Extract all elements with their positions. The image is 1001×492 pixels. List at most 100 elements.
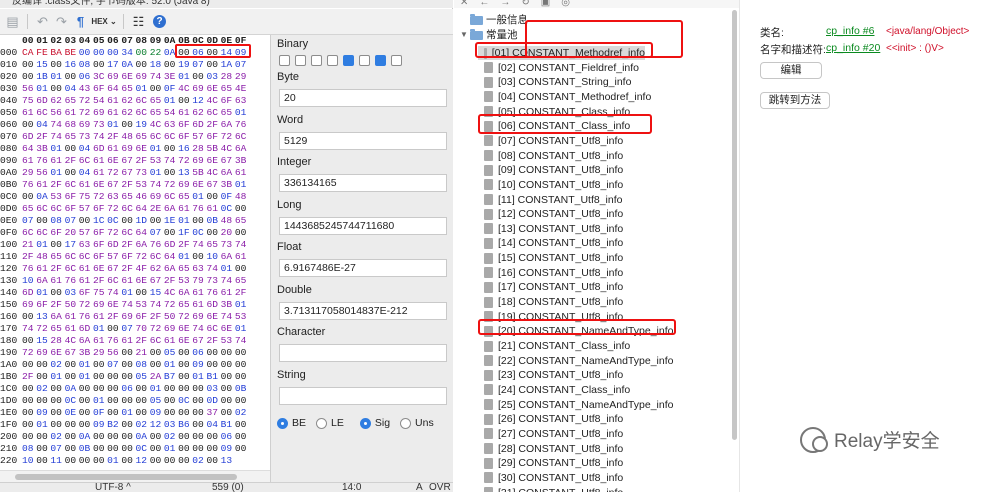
- hex-byte[interactable]: 61: [79, 263, 93, 275]
- hex-byte[interactable]: 01: [164, 95, 178, 107]
- hex-byte[interactable]: 6E: [178, 335, 192, 347]
- hex-byte[interactable]: 00: [107, 443, 121, 455]
- hex-byte[interactable]: 00: [107, 431, 121, 443]
- hex-byte[interactable]: 19: [178, 59, 192, 71]
- hex-byte[interactable]: 01: [221, 263, 235, 275]
- hex-byte[interactable]: 05: [164, 347, 178, 359]
- constant-pool-item[interactable]: [09] CONSTANT_Utf8_info: [484, 163, 623, 177]
- hex-byte[interactable]: 03: [164, 419, 178, 431]
- hex-byte[interactable]: 00: [192, 395, 206, 407]
- hex-byte[interactable]: 00: [150, 215, 164, 227]
- hex-byte[interactable]: 01: [164, 443, 178, 455]
- hex-byte[interactable]: 01: [178, 215, 192, 227]
- hex-byte[interactable]: 74: [150, 299, 164, 311]
- hex-byte[interactable]: 6D: [206, 299, 220, 311]
- hex-byte[interactable]: 00: [164, 395, 178, 407]
- hex-row[interactable]: 0F0 6C 6C 6F 20 57 6F 72 6C 64 07 00 1F 0C 00 20 00: [0, 227, 270, 239]
- hex-byte[interactable]: 00: [192, 443, 206, 455]
- hex-byte[interactable]: 6C: [235, 131, 249, 143]
- chevron-down-icon[interactable]: ▼: [460, 28, 470, 42]
- hex-row[interactable]: 050 61 6C 56 61 72 69 61 62 6C 65 54 61 62 6C 65 01: [0, 107, 270, 119]
- goto-method-button[interactable]: 跳转到方法: [760, 92, 830, 109]
- save-icon[interactable]: ▣: [541, 0, 550, 8]
- hex-byte[interactable]: 00: [192, 383, 206, 395]
- hex-byte[interactable]: 07: [50, 443, 64, 455]
- hex-byte[interactable]: 2F: [121, 239, 135, 251]
- hex-byte[interactable]: 72: [79, 107, 93, 119]
- constant-pool-item[interactable]: [21] CONSTANT_Class_info: [484, 339, 630, 353]
- hex-byte[interactable]: 0C: [65, 395, 79, 407]
- hex-byte[interactable]: 00: [50, 419, 64, 431]
- hex-row[interactable]: 090 61 76 61 2F 6C 61 6E 67 2F 53 74 72 69 6E 67 3B: [0, 155, 270, 167]
- bit-checkbox[interactable]: [343, 55, 354, 66]
- hex-byte[interactable]: 65: [50, 251, 64, 263]
- hex-byte[interactable]: 67: [221, 155, 235, 167]
- hex-byte[interactable]: 2F: [136, 155, 150, 167]
- hex-byte[interactable]: 01: [93, 323, 107, 335]
- hex-byte[interactable]: 2F: [178, 239, 192, 251]
- hex-byte[interactable]: 69: [192, 155, 206, 167]
- hex-byte[interactable]: 63: [164, 119, 178, 131]
- hex-row[interactable]: 210 08 00 07 00 0B 00 00 00 0C 00 01 00 00 00 09 00: [0, 443, 270, 455]
- uns-radio[interactable]: [400, 417, 412, 429]
- hex-row[interactable]: 020 00 1B 01 00 06 3C 69 6E 69 74 3E 01 00 03 28 29: [0, 71, 270, 83]
- double-field[interactable]: 3.713117058014837E-212: [279, 302, 447, 320]
- hex-byte[interactable]: 00: [121, 419, 135, 431]
- hex-byte[interactable]: 64: [107, 83, 121, 95]
- hex-byte[interactable]: 6A: [50, 311, 64, 323]
- hex-byte[interactable]: 00: [65, 455, 79, 467]
- hex-byte[interactable]: 74: [164, 155, 178, 167]
- hex-byte[interactable]: 00: [150, 431, 164, 443]
- hex-byte[interactable]: 74: [150, 179, 164, 191]
- hex-byte[interactable]: 00: [164, 455, 178, 467]
- hex-byte[interactable]: 12: [136, 455, 150, 467]
- hex-byte[interactable]: 01: [235, 107, 249, 119]
- tree-scrollbar[interactable]: [732, 10, 737, 440]
- hex-byte[interactable]: 6C: [65, 263, 79, 275]
- hex-byte[interactable]: 61: [235, 251, 249, 263]
- hex-byte[interactable]: 01: [93, 395, 107, 407]
- hex-byte[interactable]: 00: [178, 455, 192, 467]
- constant-pool-item[interactable]: [27] CONSTANT_Utf8_info: [484, 427, 623, 441]
- hex-byte[interactable]: 00: [22, 335, 36, 347]
- hex-byte[interactable]: 6D: [22, 131, 36, 143]
- hex-byte[interactable]: 67: [150, 275, 164, 287]
- hex-byte[interactable]: 6C: [121, 203, 135, 215]
- hex-byte[interactable]: 00: [221, 395, 235, 407]
- hex-byte[interactable]: 00: [121, 455, 135, 467]
- hex-byte[interactable]: 72: [150, 323, 164, 335]
- hex-byte[interactable]: 00: [107, 395, 121, 407]
- hex-byte[interactable]: 0C: [136, 443, 150, 455]
- hex-byte[interactable]: 69: [178, 179, 192, 191]
- hex-byte[interactable]: 0B: [79, 443, 93, 455]
- hex-grid[interactable]: 00 01 02 03 04 05 06 07 08 09 0A 0B 0C 0D 0E 0F 000 CA FE…: [0, 35, 270, 471]
- hex-byte[interactable]: 63: [107, 191, 121, 203]
- hex-byte[interactable]: 6E: [221, 323, 235, 335]
- hex-byte[interactable]: 69: [93, 107, 107, 119]
- hex-byte[interactable]: 69: [150, 191, 164, 203]
- hex-byte[interactable]: 29: [235, 71, 249, 83]
- hex-byte[interactable]: 72: [36, 323, 50, 335]
- hex-byte[interactable]: 4F: [136, 263, 150, 275]
- hex-byte[interactable]: 70: [136, 323, 150, 335]
- hex-byte[interactable]: 00: [206, 191, 220, 203]
- constant-pool-item[interactable]: [04] CONSTANT_Methodref_info: [484, 90, 651, 104]
- hex-byte[interactable]: 6C: [50, 203, 64, 215]
- hex-byte[interactable]: 2F: [121, 179, 135, 191]
- hex-byte[interactable]: 00: [22, 431, 36, 443]
- hex-byte[interactable]: 11: [50, 455, 64, 467]
- hex-byte[interactable]: 01: [50, 143, 64, 155]
- hex-byte[interactable]: 61: [107, 95, 121, 107]
- undo-icon[interactable]: ↶: [34, 13, 51, 30]
- hex-byte[interactable]: 6E: [50, 347, 64, 359]
- hex-byte[interactable]: 62: [50, 95, 64, 107]
- hex-byte[interactable]: 62: [121, 107, 135, 119]
- hex-byte[interactable]: 72: [178, 311, 192, 323]
- hex-byte[interactable]: 00: [50, 83, 64, 95]
- hex-byte[interactable]: 6D: [79, 323, 93, 335]
- hex-byte[interactable]: 6F: [65, 191, 79, 203]
- hex-byte[interactable]: 00: [107, 47, 121, 59]
- hex-byte[interactable]: 00: [50, 287, 64, 299]
- constant-pool-item[interactable]: [15] CONSTANT_Utf8_info: [484, 251, 623, 265]
- hex-byte[interactable]: 4C: [221, 143, 235, 155]
